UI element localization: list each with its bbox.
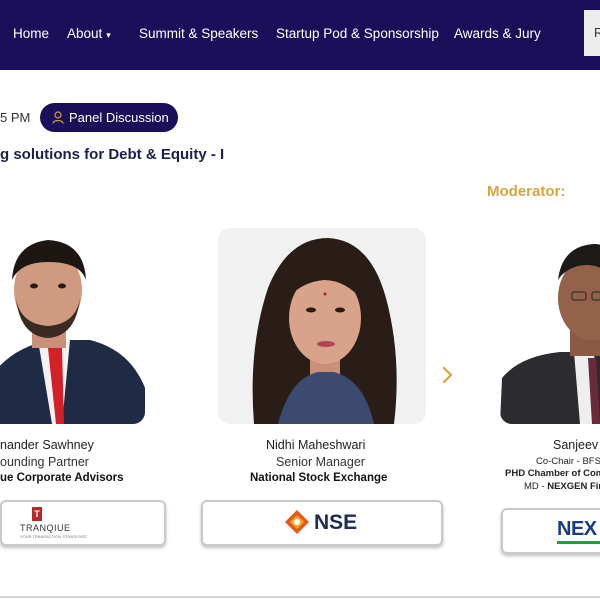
nav-register-label: R (594, 25, 600, 40)
speaker-logo-2: NSE (201, 500, 443, 546)
speaker-name-3: Sanjeev (553, 438, 599, 452)
moderator-heading: Moderator: (487, 183, 566, 200)
nav-about-label: About (67, 26, 103, 41)
nexgen-logo-underline (557, 541, 600, 544)
panel-discussion-label: Panel Discussion (69, 110, 169, 125)
speaker-org-1: ue Corporate Advisors (0, 472, 124, 484)
speaker-org-2: National Stock Exchange (250, 472, 388, 484)
speaker-md-prefix-3: MD - (524, 481, 548, 492)
speaker-logo-1: T TRANQIUE YOUR TRANSACTION STRATEGIST (0, 500, 166, 546)
panel-discussion-badge: Panel Discussion (40, 103, 178, 132)
tranqiue-logo-mark: T (32, 507, 42, 521)
speaker-photo-1 (0, 228, 145, 424)
nexgen-logo-text: NEX (557, 518, 597, 540)
nav-awards-jury[interactable]: Awards & Jury (454, 26, 541, 41)
nav-startup-pod-sponsorship[interactable]: Startup Pod & Sponsorship (276, 26, 439, 41)
speaker-role-3: Co-Chair - BFS (536, 456, 600, 467)
session-time: 5 PM (0, 110, 31, 125)
speaker-photo-3 (500, 228, 600, 424)
speaker-role-2: Senior Manager (276, 455, 365, 469)
section-divider (0, 596, 600, 598)
speaker-name-1: nander Sawhney (0, 438, 94, 452)
top-nav-bar: Home About ▾ Summit & Speakers Startup Po… (0, 0, 600, 70)
speaker-md-org-3: NEXGEN Fin (547, 481, 600, 492)
nav-summit-speakers[interactable]: Summit & Speakers (139, 26, 258, 41)
tranqiue-logo-text: TRANQIUE (20, 523, 71, 533)
speaker-photo-2 (218, 228, 426, 424)
speaker-org-3: PHD Chamber of Com (505, 468, 600, 479)
nav-about[interactable]: About ▾ (67, 26, 111, 41)
speaker-name-2: Nidhi Maheshwari (266, 438, 366, 452)
tranqiue-logo-tagline: YOUR TRANSACTION STRATEGIST (20, 534, 88, 539)
nav-home[interactable]: Home (13, 26, 49, 41)
speaker-md-line-3: MD - NEXGEN Fin (524, 481, 600, 492)
session-title: g solutions for Debt & Equity - I (0, 146, 225, 163)
nse-logo-text: NSE (314, 511, 358, 534)
user-icon (52, 111, 64, 124)
speaker-logo-3: NEX (501, 508, 600, 554)
nav-register-button[interactable]: R (584, 10, 600, 56)
chevron-down-icon: ▾ (106, 30, 111, 40)
nse-logo-mark (285, 510, 309, 534)
speaker-role-1: ounding Partner (0, 455, 89, 469)
chevron-right-icon[interactable] (440, 365, 456, 385)
